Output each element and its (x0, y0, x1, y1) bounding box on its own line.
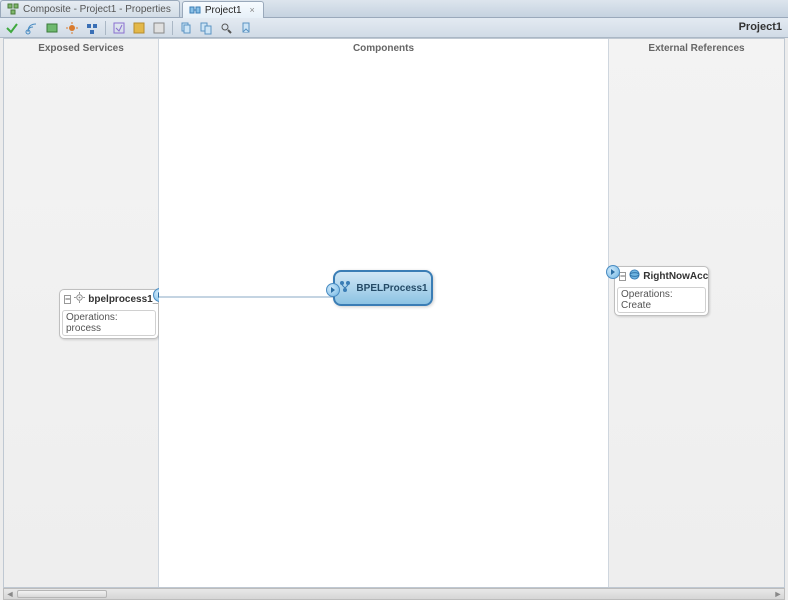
operations-label: Operations: (621, 289, 702, 300)
lane-header: Components (159, 39, 608, 58)
exposed-service-node[interactable]: − bpelprocess1_clie... Operations: proce… (59, 289, 159, 339)
validate-button[interactable] (3, 19, 21, 37)
collapse-icon[interactable]: − (619, 272, 626, 281)
config-button[interactable] (83, 19, 101, 37)
deploy-button[interactable] (23, 19, 41, 37)
scroll-left-icon[interactable]: ◄ (4, 589, 16, 599)
composite-diagram-icon (189, 4, 201, 16)
external-reference-node[interactable]: − RightNowAccount... Operations: Create (614, 266, 709, 316)
component-name: BPELProcess1 (356, 283, 427, 294)
reference-name: RightNowAccount... (643, 271, 708, 282)
paste-button[interactable] (197, 19, 215, 37)
action1-button[interactable] (110, 19, 128, 37)
lane-header: Exposed Services (4, 39, 158, 58)
editor-toolbar: Project1 (0, 18, 788, 38)
adapter-icon (629, 269, 640, 283)
test-button[interactable] (43, 19, 61, 37)
toolbar-separator (105, 21, 106, 35)
project-name-label: Project1 (739, 21, 782, 33)
bpel-component-node[interactable]: BPELProcess1 (333, 270, 433, 306)
find-button[interactable] (217, 19, 235, 37)
action3-button[interactable] (150, 19, 168, 37)
copy-button[interactable] (177, 19, 195, 37)
lane-components[interactable]: Components BPELProcess1 (159, 39, 609, 587)
lane-exposed-services[interactable]: Exposed Services − bpelprocess1_clie... … (4, 39, 159, 587)
gear-icon (74, 292, 85, 306)
action2-button[interactable] (130, 19, 148, 37)
operations-box: Operations: Create (617, 287, 706, 313)
component-input-port[interactable] (326, 283, 340, 297)
service-name: bpelprocess1_clie... (88, 294, 158, 305)
bpel-icon (338, 280, 352, 297)
tab-project1[interactable]: Project1 × (182, 1, 264, 18)
reference-header: − RightNowAccount... (615, 267, 708, 285)
bookmark-button[interactable] (237, 19, 255, 37)
lane-header: External References (609, 39, 784, 58)
toolbar-separator (172, 21, 173, 35)
lane-external-references[interactable]: External References − RightNowAccount...… (609, 39, 784, 587)
editor-tab-bar: Composite - Project1 - Properties Projec… (0, 0, 788, 18)
collapse-icon[interactable]: − (64, 295, 71, 304)
scrollbar-thumb[interactable] (17, 590, 107, 598)
debug-button[interactable] (63, 19, 81, 37)
swimlanes: Exposed Services − bpelprocess1_clie... … (4, 39, 784, 587)
service-header: − bpelprocess1_clie... (60, 290, 158, 308)
composite-canvas[interactable]: Exposed Services − bpelprocess1_clie... … (3, 38, 785, 588)
tab-label: Composite - Project1 - Properties (23, 4, 171, 15)
operations-label: Operations: (66, 312, 152, 323)
operations-box: Operations: process (62, 310, 156, 336)
tab-label: Project1 (205, 5, 242, 16)
composite-icon (7, 3, 19, 15)
close-icon[interactable]: × (250, 5, 255, 15)
reference-input-port[interactable] (606, 265, 620, 279)
operation-name: process (66, 323, 152, 334)
horizontal-scrollbar[interactable]: ◄ ► (3, 588, 785, 600)
scroll-right-icon[interactable]: ► (772, 589, 784, 599)
operation-name: Create (621, 300, 702, 311)
tab-composite-properties[interactable]: Composite - Project1 - Properties (0, 0, 180, 17)
